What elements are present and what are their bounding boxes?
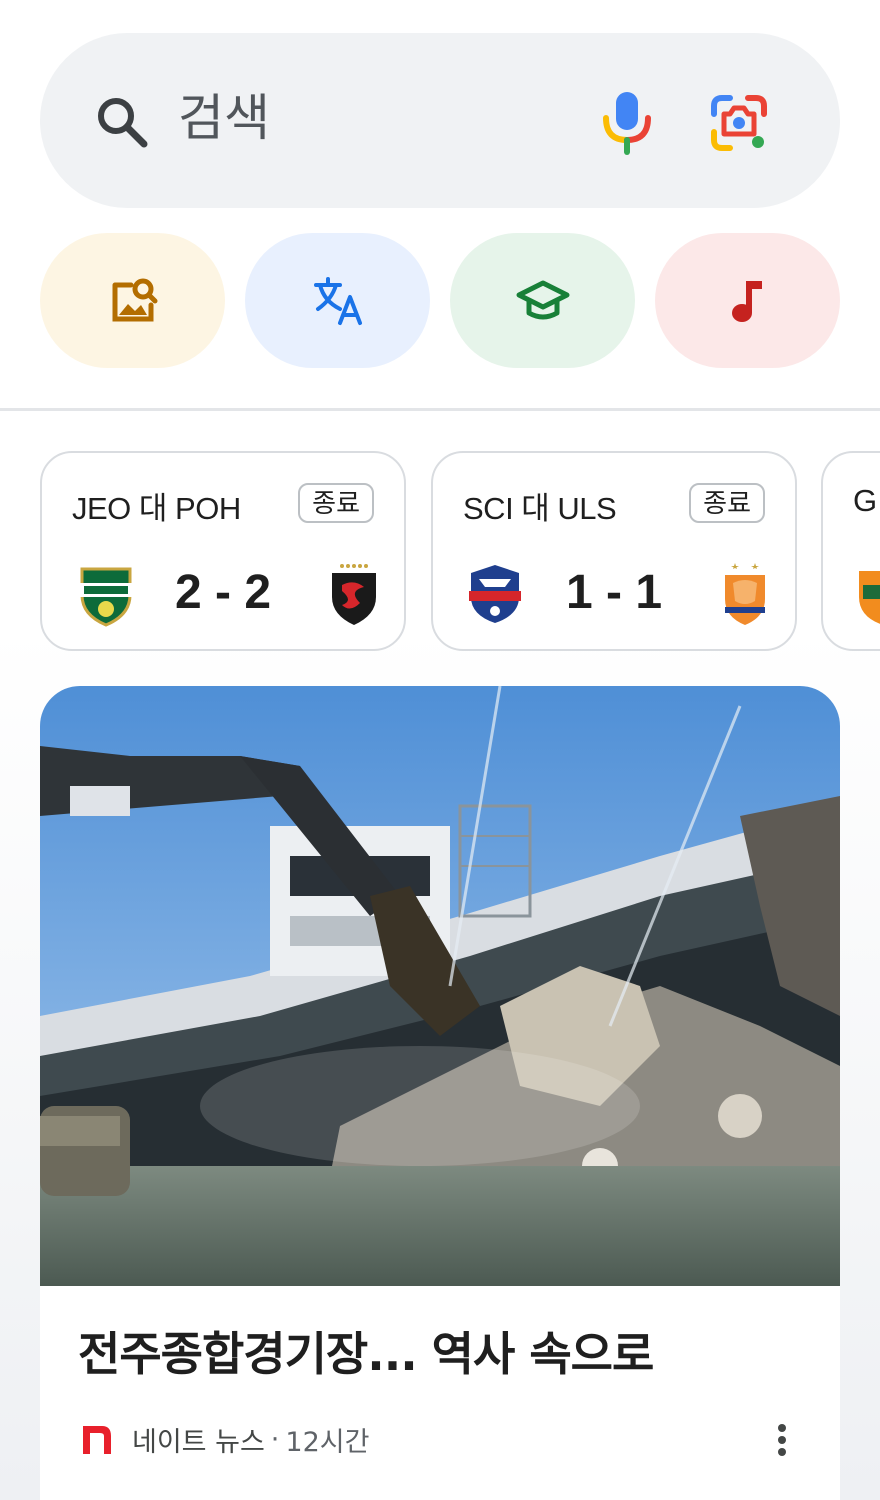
- separator: ·: [270, 1423, 280, 1455]
- match-status-badge: 종료: [298, 483, 374, 523]
- gangwon-logo: [859, 571, 880, 624]
- music-note-icon: [731, 280, 762, 322]
- music-shortcut[interactable]: [655, 233, 840, 368]
- microphone-icon[interactable]: [598, 88, 656, 156]
- match-title: SCI 대 ULS: [463, 491, 617, 526]
- match-status-badge: 종료: [689, 483, 765, 523]
- match-title: G: [853, 483, 877, 518]
- image-search-icon: [112, 278, 157, 321]
- ulsan-hyundai-logo: [725, 563, 765, 625]
- graduation-cap-icon: [516, 280, 569, 319]
- news-source-name: 네이트 뉴스: [132, 1426, 265, 1458]
- nate-news-logo: [83, 1426, 111, 1454]
- news-time: 12시간: [285, 1426, 370, 1458]
- news-source-row: 네이트 뉴스 · 12시간: [80, 1421, 370, 1458]
- more-options-icon[interactable]: [768, 1420, 796, 1460]
- image-search-shortcut[interactable]: [40, 233, 225, 368]
- match-card[interactable]: SCI 대 ULS 종료 1 - 1: [431, 451, 797, 651]
- education-shortcut[interactable]: [450, 233, 635, 368]
- search-icon[interactable]: [92, 92, 152, 152]
- news-card[interactable]: 전주종합경기장... 역사 속으로 네이트 뉴스 · 12시간: [40, 686, 840, 1500]
- match-card[interactable]: JEO 대 POH 종료 2 - 2: [40, 451, 406, 651]
- pohang-logo: [332, 564, 376, 625]
- search-input[interactable]: 검색: [178, 88, 270, 148]
- news-image[interactable]: [40, 686, 840, 1286]
- match-title: JEO 대 POH: [72, 491, 241, 526]
- match-card[interactable]: G: [821, 451, 880, 651]
- translate-icon: [313, 276, 362, 325]
- translate-shortcut[interactable]: [245, 233, 430, 368]
- news-headline[interactable]: 전주종합경기장... 역사 속으로: [78, 1318, 654, 1384]
- google-lens-icon[interactable]: [708, 92, 770, 154]
- google-app-home: 검색 JEO 대 POH 종료 2 - 2 SCI 대 ULS 종료 1 - 1…: [0, 0, 880, 1500]
